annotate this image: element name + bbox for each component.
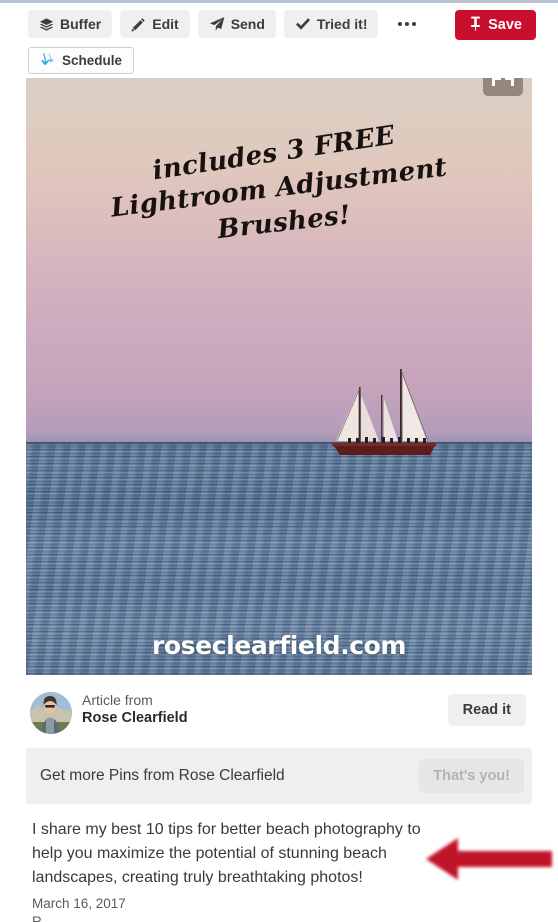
pin-action-toolbar: Buffer Edit Send Tried it! Save Schedule <box>0 3 558 75</box>
buffer-button[interactable]: Buffer <box>28 10 113 38</box>
article-meta: Article from Rose Clearfield <box>82 691 188 728</box>
toolbar-button-group: Buffer Edit Send Tried it! <box>28 10 424 38</box>
read-it-button[interactable]: Read it <box>447 694 526 726</box>
schedule-button-label: Schedule <box>62 53 123 68</box>
cut-off-next-line: R <box>32 914 42 922</box>
pin-date: March 16, 2017 <box>32 896 126 911</box>
schedule-button[interactable]: Schedule <box>28 47 135 74</box>
buffer-button-label: Buffer <box>60 16 102 32</box>
article-attribution-row: Article from Rose Clearfield Read it <box>26 690 532 738</box>
more-options-button[interactable] <box>390 10 424 38</box>
paper-plane-icon <box>209 16 225 32</box>
edit-button-label: Edit <box>152 16 179 32</box>
pin-image[interactable]: includes 3 FREE Lightroom Adjustment Bru… <box>26 78 532 675</box>
pin-description: I share my best 10 tips for better beach… <box>32 821 421 886</box>
tried-it-button[interactable]: Tried it! <box>283 10 379 38</box>
more-dot <box>412 22 417 26</box>
tried-it-button-label: Tried it! <box>316 16 368 32</box>
edit-button[interactable]: Edit <box>120 10 190 38</box>
pencil-icon <box>131 17 146 32</box>
layers-icon <box>39 17 54 32</box>
avatar[interactable] <box>30 692 72 734</box>
thats-you-button: That's you! <box>419 759 524 793</box>
image-watermark: roseclearfield.com <box>151 631 407 660</box>
sailboat-graphic <box>332 369 436 455</box>
pin-icon <box>469 16 482 35</box>
sky-gradient <box>26 78 532 443</box>
red-arrow-annotation <box>426 838 552 880</box>
send-button[interactable]: Send <box>197 10 276 38</box>
expand-arrows-icon[interactable] <box>483 78 523 96</box>
more-dot <box>405 22 410 26</box>
send-button-label: Send <box>230 16 265 32</box>
save-button-label: Save <box>488 17 522 33</box>
buffer-schedule-icon <box>40 52 55 70</box>
article-author-name: Rose Clearfield <box>82 710 188 726</box>
get-more-pins-banner: Get more Pins from Rose Clearfield That'… <box>26 748 532 804</box>
save-button[interactable]: Save <box>455 10 536 40</box>
more-dot <box>398 22 403 26</box>
article-from-label: Article from <box>82 692 153 708</box>
get-more-pins-label: Get more Pins from Rose Clearfield <box>40 767 285 784</box>
check-icon <box>295 17 311 32</box>
